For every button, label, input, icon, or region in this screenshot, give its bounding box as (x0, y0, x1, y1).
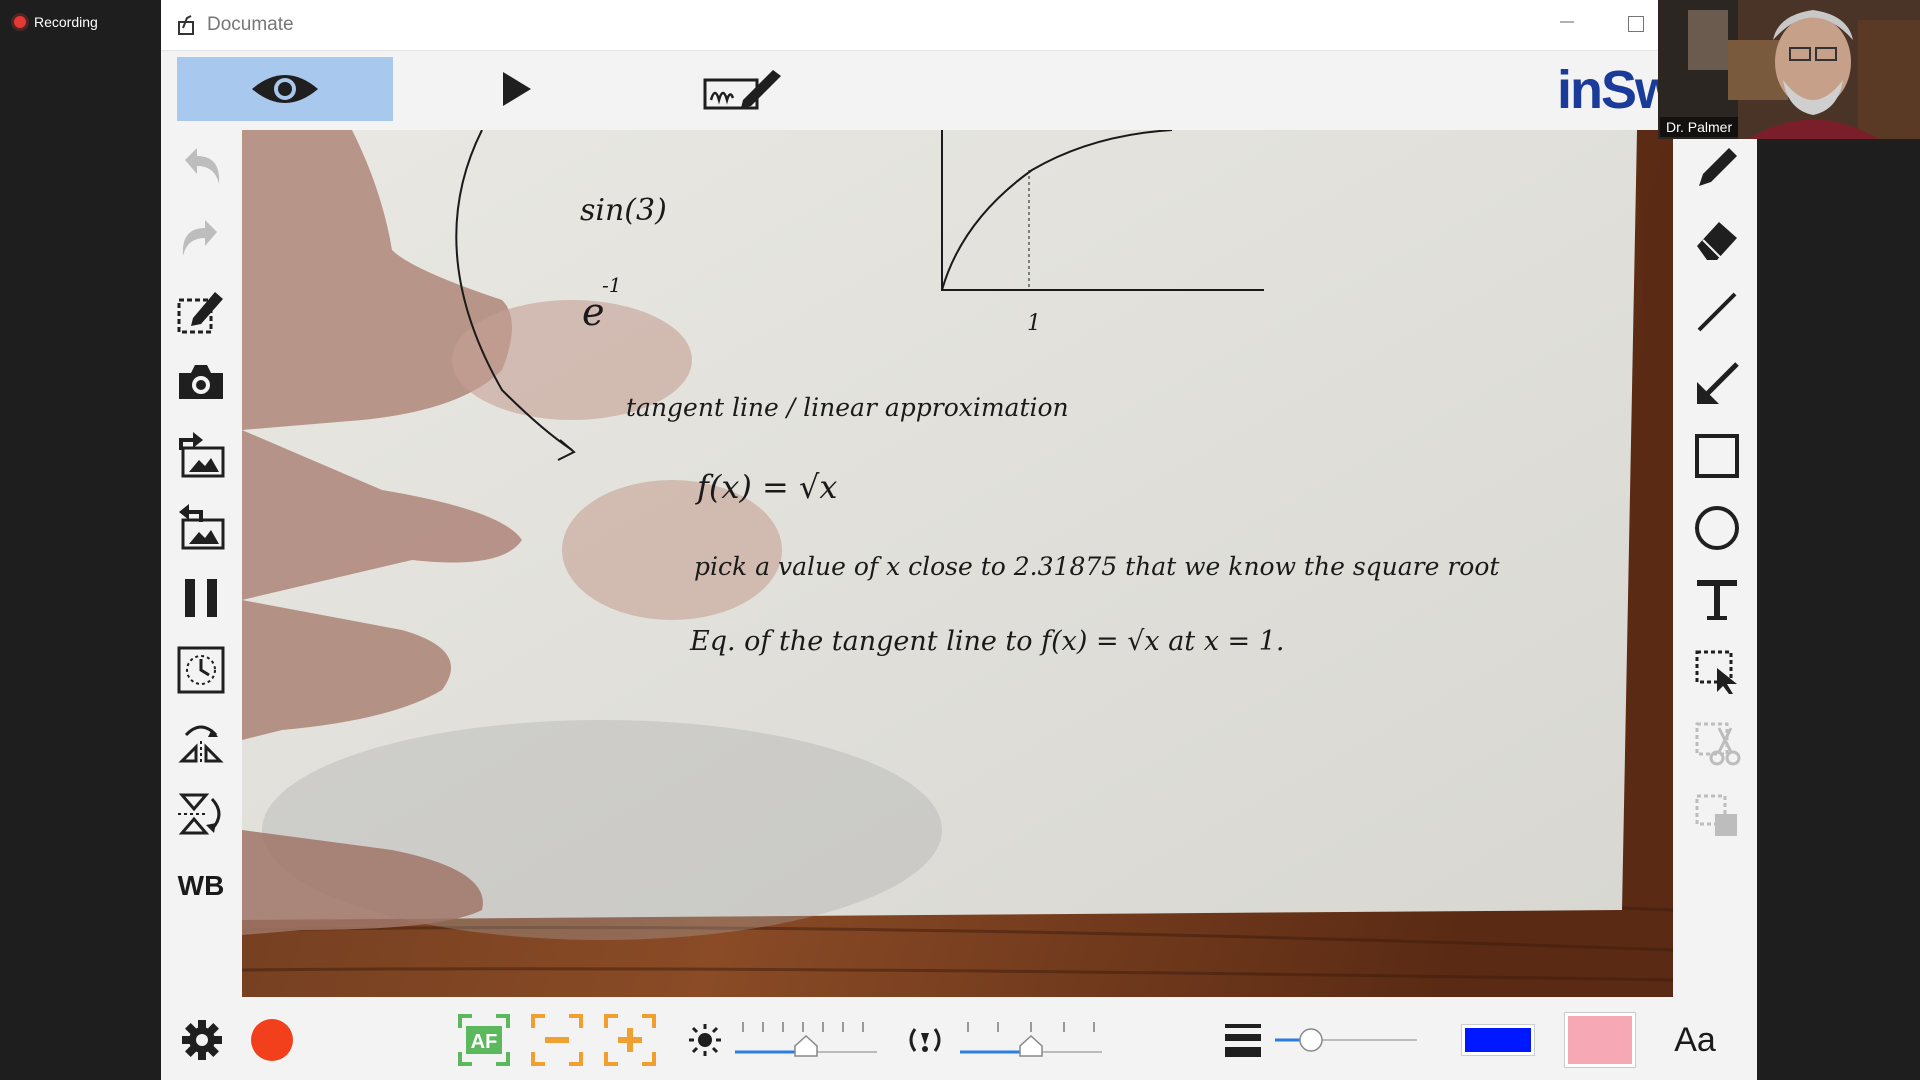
brightness-icon (689, 1024, 721, 1056)
redo-button[interactable] (173, 210, 229, 266)
copy-tool[interactable] (1689, 788, 1745, 844)
text-sin3: sin(3) (580, 193, 667, 228)
circle-icon (1695, 506, 1739, 550)
window-title: Documate (207, 14, 294, 35)
exposure-slider-track (960, 1022, 1102, 1057)
top-toolbar: inSw (161, 51, 1757, 127)
camera-button[interactable] (173, 354, 229, 410)
import-image-icon (179, 432, 225, 478)
autofocus-button[interactable]: AF (456, 1012, 512, 1068)
app-icon (178, 15, 194, 35)
zoom-in-button[interactable] (602, 1012, 658, 1068)
exposure-icon (909, 1028, 941, 1052)
autofocus-label: AF (471, 1031, 498, 1053)
pause-button[interactable] (173, 570, 229, 626)
edit-document-icon (177, 292, 223, 334)
line-icon (1697, 292, 1737, 332)
select-icon (1695, 650, 1737, 694)
flip-vertical-button[interactable] (173, 786, 229, 842)
text-equation: Eq. of the tangent line to f(x) = √x at … (689, 626, 1285, 657)
recording-indicator: Recording (14, 14, 98, 30)
pause-icon (185, 579, 217, 617)
exposure-slider[interactable] (956, 1012, 1106, 1068)
annotate-button[interactable] (683, 57, 803, 121)
eraser-tool[interactable] (1689, 212, 1745, 268)
timer-icon (177, 646, 225, 694)
flip-vertical-icon (178, 793, 221, 835)
undo-button[interactable] (173, 138, 229, 194)
text-exponent: -1 (602, 273, 621, 297)
edit-document-button[interactable] (173, 282, 229, 338)
import-image-button[interactable] (173, 426, 229, 482)
documate-window: Documate inSw WB sin(3) e -1 tangent lin… (161, 0, 1757, 1080)
circle-tool[interactable] (1689, 500, 1745, 556)
line-width-icon-wrap (1221, 1012, 1265, 1068)
text-pick-value: pick a value of x close to 2.31875 that … (694, 552, 1500, 581)
font-button[interactable]: Aa (1665, 1012, 1725, 1068)
export-image-button[interactable] (173, 498, 229, 554)
settings-button[interactable] (177, 1012, 227, 1068)
highlight-color-swatch (1565, 1013, 1635, 1067)
redo-icon (182, 220, 217, 256)
pen-color-button[interactable] (1461, 1012, 1535, 1068)
undo-icon (185, 148, 220, 184)
rectangle-tool[interactable] (1689, 428, 1745, 484)
line-width-slider-track (1275, 1028, 1417, 1052)
text-function: f(x) = √x (695, 468, 837, 506)
document-scene: sin(3) e -1 tangent line / linear approx… (242, 130, 1673, 997)
line-width-slider[interactable] (1271, 1012, 1421, 1068)
text-tool[interactable] (1689, 572, 1745, 628)
maximize-button[interactable] (1628, 16, 1644, 32)
brightness-slider[interactable] (731, 1012, 881, 1068)
pen-color-swatch (1462, 1025, 1534, 1055)
gear-icon (182, 1020, 222, 1060)
eye-icon (252, 75, 318, 103)
bottom-toolbar: AF Aa (161, 1000, 1757, 1080)
eraser-icon (1697, 222, 1737, 260)
exposure-icon-wrap (905, 1012, 945, 1068)
live-view-button[interactable] (177, 57, 393, 121)
participant-name: Dr. Palmer (1660, 117, 1739, 137)
line-width-icon (1225, 1024, 1261, 1057)
brightness-slider-track (735, 1022, 877, 1057)
webcam-tile: Dr. Palmer (1658, 0, 1920, 139)
camera-view: sin(3) e -1 tangent line / linear approx… (242, 130, 1673, 997)
pen-tool[interactable] (1689, 140, 1745, 196)
record-icon (251, 1019, 293, 1061)
flip-horizontal-button[interactable] (173, 714, 229, 770)
arrow-icon (1697, 362, 1739, 404)
autofocus-icon: AF (458, 1014, 510, 1066)
highlight-color-button[interactable] (1565, 1012, 1635, 1068)
text-tick-one: 1 (1027, 311, 1041, 336)
export-image-icon (179, 504, 225, 550)
zoom-out-icon (531, 1014, 583, 1066)
cut-icon (1695, 722, 1741, 766)
whiteboard-button[interactable]: WB (173, 858, 229, 914)
play-icon (503, 72, 531, 106)
copy-icon (1695, 794, 1737, 836)
flip-horizontal-icon (178, 725, 224, 765)
line-tool[interactable] (1689, 284, 1745, 340)
timer-button[interactable] (173, 642, 229, 698)
title-bar: Documate (161, 0, 1757, 51)
zoom-out-button[interactable] (529, 1012, 585, 1068)
zoom-in-icon (604, 1014, 656, 1066)
recording-label: Recording (34, 14, 98, 30)
rectangle-icon (1695, 434, 1739, 478)
select-tool[interactable] (1689, 644, 1745, 700)
brightness-icon-wrap (685, 1012, 725, 1068)
text-icon (1697, 580, 1737, 620)
text-heading: tangent line / linear approximation (626, 393, 1069, 422)
pen-icon (1699, 148, 1737, 186)
play-button[interactable] (461, 57, 571, 121)
arrow-tool[interactable] (1689, 356, 1745, 412)
signature-icon (703, 70, 781, 110)
record-button[interactable] (247, 1012, 297, 1068)
minimize-button[interactable] (1554, 8, 1580, 34)
cut-tool[interactable] (1689, 716, 1745, 772)
camera-icon (179, 365, 223, 399)
recording-dot-icon (14, 16, 26, 28)
